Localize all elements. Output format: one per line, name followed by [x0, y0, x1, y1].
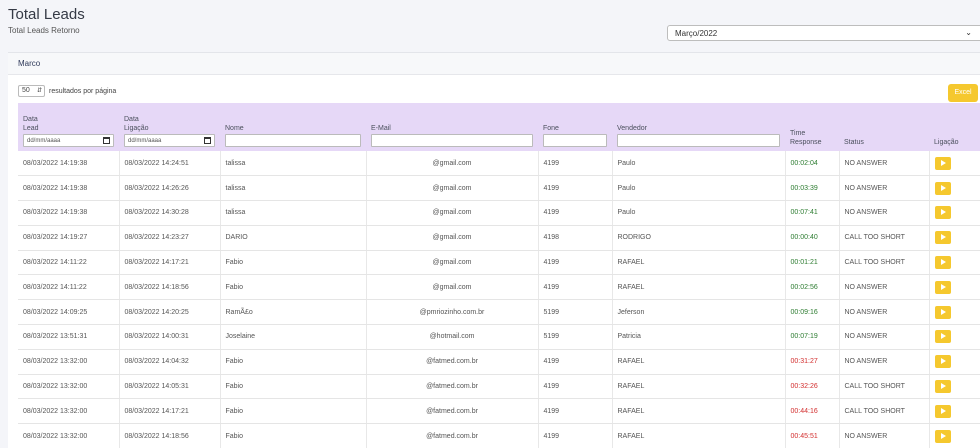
col-data-ligacao: Data Ligação dd/mm/aaaa [119, 103, 220, 151]
table-row: 08/03/2022 13:32:00 08/03/2022 14:04:32 Fa… [18, 349, 980, 375]
table-row: 08/03/2022 14:19:38 08/03/2022 14:30:28 ta… [18, 200, 980, 226]
page-subtitle: Total Leads Retorno [8, 26, 80, 35]
col-status: Status [844, 139, 864, 146]
per-page-label: resultados por página [49, 87, 117, 95]
play-icon[interactable] [934, 181, 951, 195]
play-icon[interactable] [934, 380, 951, 394]
play-icon[interactable] [934, 256, 951, 270]
col-ligacao: Ligação [934, 139, 959, 146]
col-email: E-Mail [366, 103, 538, 151]
calendar-icon [204, 137, 211, 144]
table-row: 08/03/2022 13:32:00 08/03/2022 14:18:56 Fa… [18, 423, 980, 448]
month-select-value: Março/2022 [675, 29, 718, 38]
leads-card: Marco 50 ⇵ resultados por página Excel D… [8, 52, 980, 448]
date-lead-filter[interactable]: dd/mm/aaaa [23, 134, 114, 147]
per-page-select[interactable]: 50 ⇵ [18, 85, 45, 97]
col-time-response: Time Response [790, 130, 822, 146]
calendar-icon [103, 137, 110, 144]
play-icon[interactable] [934, 404, 951, 418]
excel-button[interactable]: Excel [948, 84, 978, 102]
play-icon[interactable] [934, 231, 951, 245]
per-page-control: 50 ⇵ resultados por página [18, 85, 116, 97]
table-row: 08/03/2022 13:32:00 08/03/2022 14:05:31 Fa… [18, 374, 980, 400]
table-row: 08/03/2022 14:11:22 08/03/2022 14:18:56 Fa… [18, 274, 980, 301]
play-icon[interactable] [934, 156, 951, 170]
month-select[interactable]: Março/2022 ⌄ [667, 25, 980, 41]
leads-table: Data Lead dd/mm/aaaa Data Ligação dd/mm/aa… [18, 103, 980, 448]
table-header-row: Data Lead dd/mm/aaaa Data Ligação dd/mm/aa… [18, 103, 980, 151]
fone-filter[interactable] [543, 134, 607, 147]
play-icon[interactable] [934, 355, 951, 369]
play-icon[interactable] [934, 305, 951, 319]
vendedor-filter[interactable] [617, 134, 780, 147]
table-row: 08/03/2022 13:51:31 08/03/2022 14:00:31 Jo… [18, 324, 980, 350]
play-icon[interactable] [934, 429, 951, 443]
col-data-lead: Data Lead dd/mm/aaaa [18, 103, 119, 151]
chevron-down-icon: ⌄ [965, 28, 972, 37]
card-header: Marco [8, 53, 980, 75]
table-row: 08/03/2022 14:19:27 08/03/2022 14:23:27 DA… [18, 225, 980, 251]
per-page-value: 50 [22, 87, 30, 94]
email-filter[interactable] [371, 134, 533, 147]
date-ligacao-filter[interactable]: dd/mm/aaaa [124, 134, 215, 147]
table-row: 08/03/2022 14:11:22 08/03/2022 14:17:21 Fa… [18, 250, 980, 276]
table-row: 08/03/2022 14:19:38 08/03/2022 14:26:26 ta… [18, 175, 980, 202]
table-body: 08/03/2022 14:19:38 08/03/2022 14:24:51 ta… [18, 151, 980, 448]
play-icon[interactable] [934, 206, 951, 220]
nome-filter[interactable] [225, 134, 361, 147]
table-row: 08/03/2022 14:09:25 08/03/2022 14:20:25 Ra… [18, 299, 980, 326]
play-icon[interactable] [934, 280, 951, 294]
col-fone: Fone [538, 103, 612, 151]
table-row: 08/03/2022 14:19:38 08/03/2022 14:24:51 ta… [18, 151, 980, 177]
sort-arrows-icon: ⇵ [36, 88, 42, 94]
col-nome: Nome [220, 103, 366, 151]
page-title: Total Leads [8, 6, 85, 23]
table-row: 08/03/2022 13:32:00 08/03/2022 14:17:21 Fa… [18, 398, 980, 425]
play-icon[interactable] [934, 330, 951, 344]
col-vendedor: Vendedor [612, 103, 785, 151]
